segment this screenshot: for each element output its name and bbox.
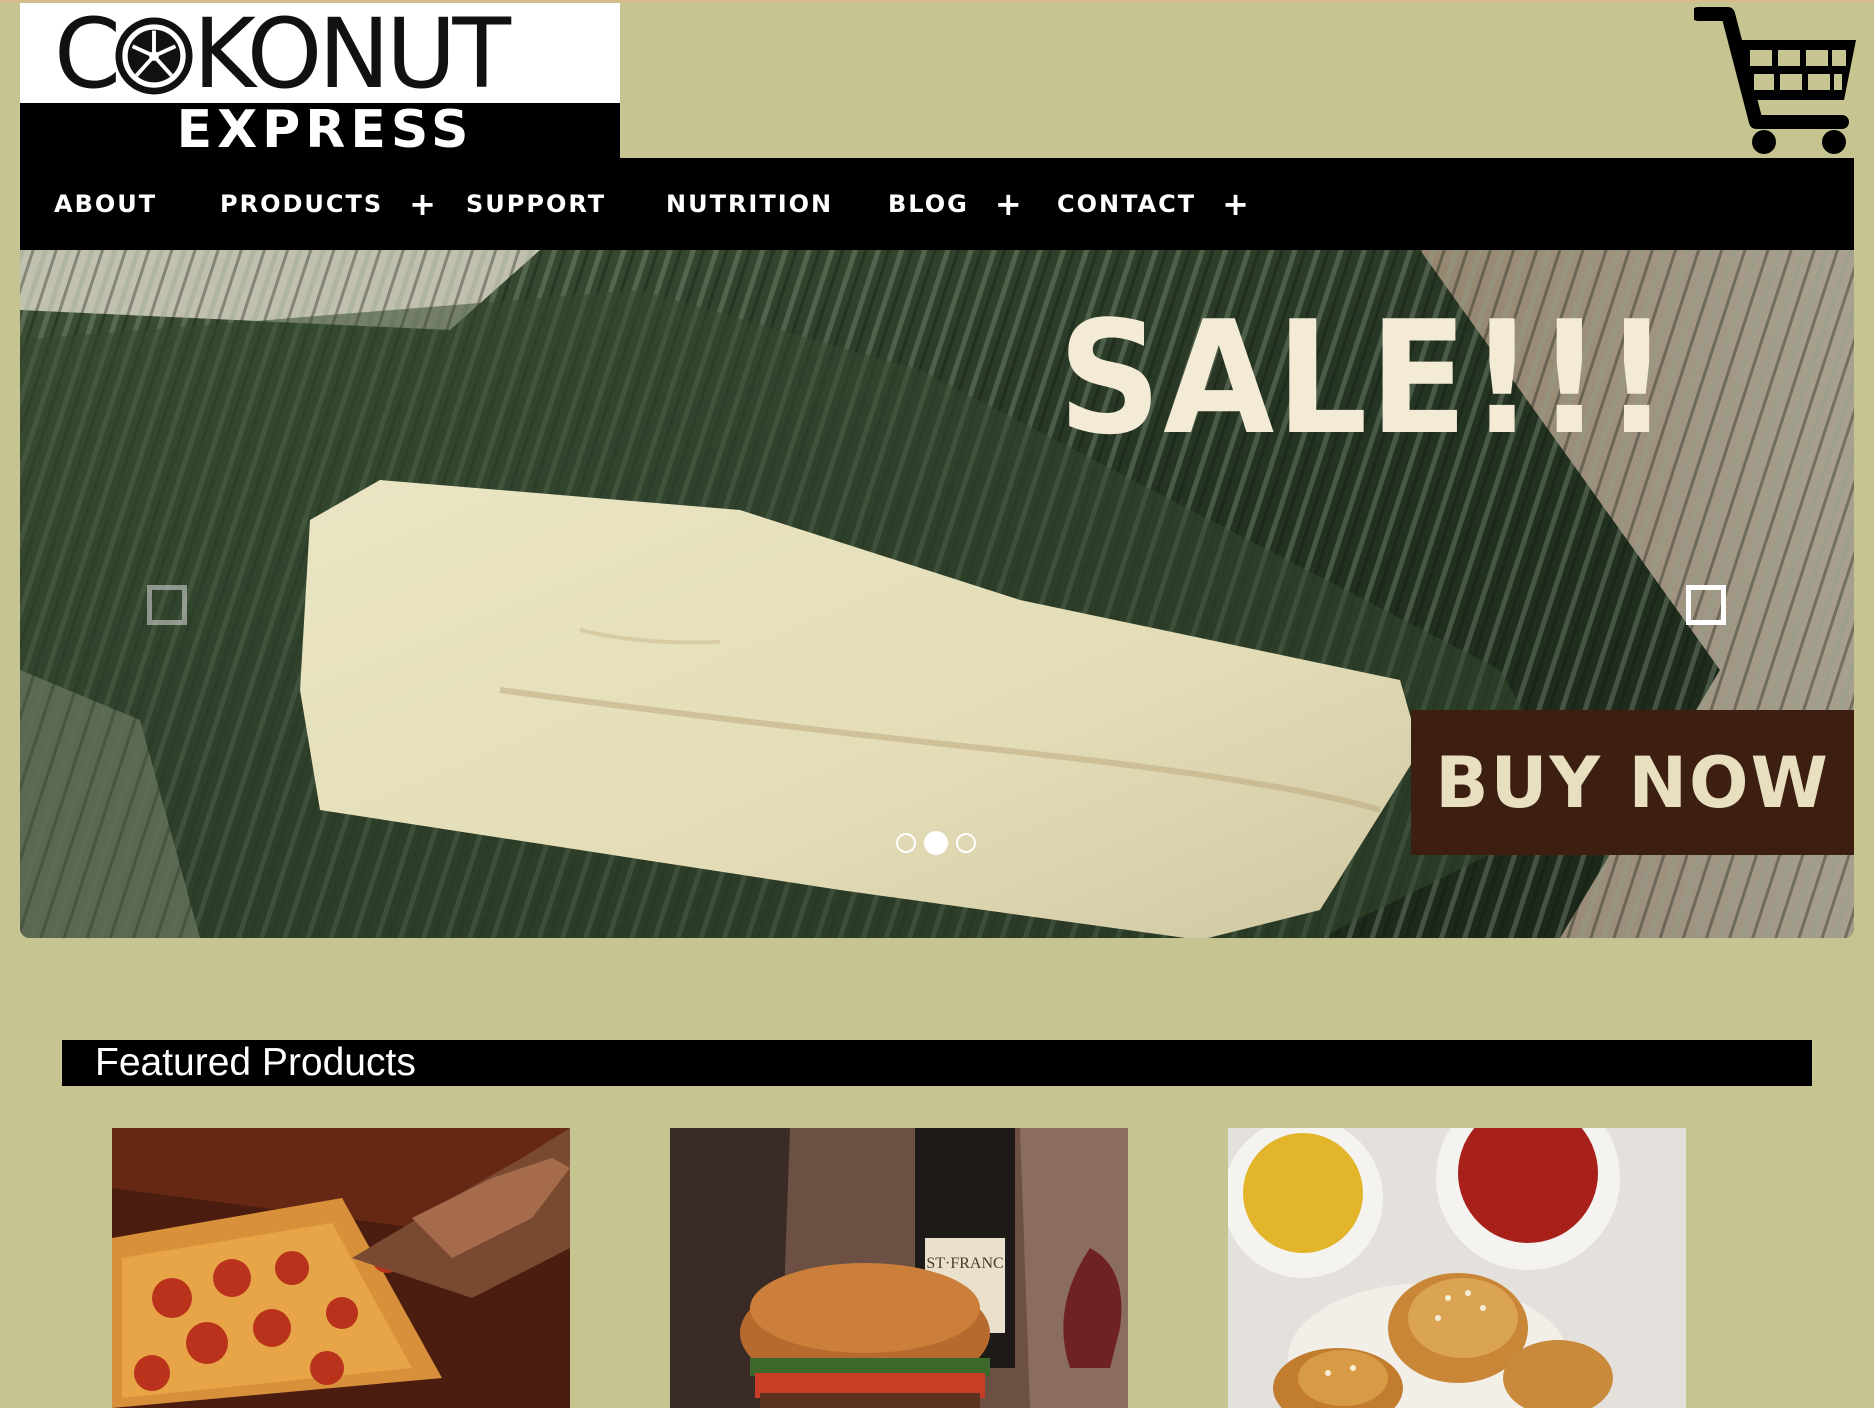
pretzel-bites-image	[1228, 1128, 1686, 1408]
nav-item-blog[interactable]: BLOG +	[888, 158, 1024, 250]
nav-item-nutrition[interactable]: NUTRITION	[666, 158, 833, 250]
nav-item-label: NUTRITION	[666, 190, 834, 218]
nav-item-label: CONTACT	[1057, 190, 1197, 218]
nav-item-label: BLOG	[888, 190, 969, 218]
nav-item-label: PRODUCTS	[220, 190, 384, 218]
expand-plus-icon[interactable]: +	[409, 188, 438, 220]
hero-slider: SALE!!! BUY NOW	[20, 250, 1854, 938]
logo-top-panel: C KONUT	[20, 3, 620, 103]
nav-item-products[interactable]: PRODUCTS +	[220, 158, 438, 250]
main-nav: ABOUT PRODUCTS + SUPPORT NUTRITION BLOG …	[20, 158, 1854, 250]
slide-dot-2-active[interactable]	[924, 831, 948, 855]
nav-item-label: ABOUT	[54, 190, 158, 218]
expand-plus-icon[interactable]: +	[995, 188, 1024, 220]
expand-plus-icon[interactable]: +	[1222, 188, 1251, 220]
site-logo[interactable]: C KONUT EXPRESS	[20, 3, 620, 158]
slide-dot-1[interactable]	[896, 833, 916, 853]
logo-tagline: EXPRESS	[176, 100, 474, 160]
nav-item-about[interactable]: ABOUT	[54, 158, 157, 250]
product-card-pretzel-bites[interactable]	[1228, 1128, 1686, 1408]
slider-prev-button[interactable]	[147, 585, 187, 625]
logo-wordmark: C KONUT	[54, 0, 511, 110]
burger-image: ST·FRANC	[670, 1128, 1128, 1408]
svg-text:ST·FRANC: ST·FRANC	[926, 1255, 1003, 1272]
logo-letters-konut: KONUT	[193, 0, 511, 110]
nav-item-support[interactable]: SUPPORT	[466, 158, 606, 250]
nav-item-label: SUPPORT	[466, 190, 607, 218]
sale-headline: SALE!!!	[1058, 287, 1672, 469]
featured-products-heading: Featured Products	[62, 1040, 1812, 1086]
nav-item-contact[interactable]: CONTACT +	[1057, 158, 1251, 250]
shopping-cart-icon[interactable]	[1694, 4, 1860, 156]
coconut-icon	[115, 17, 193, 95]
pizza-image	[112, 1128, 570, 1408]
buy-now-button[interactable]: BUY NOW	[1411, 710, 1854, 855]
slider-pagination	[896, 831, 976, 855]
product-card-pizza[interactable]	[112, 1128, 570, 1408]
slide-dot-3[interactable]	[956, 833, 976, 853]
product-card-burger[interactable]: ST·FRANC	[670, 1128, 1128, 1408]
logo-letter-c: C	[54, 0, 121, 110]
slider-next-button[interactable]	[1686, 585, 1726, 625]
